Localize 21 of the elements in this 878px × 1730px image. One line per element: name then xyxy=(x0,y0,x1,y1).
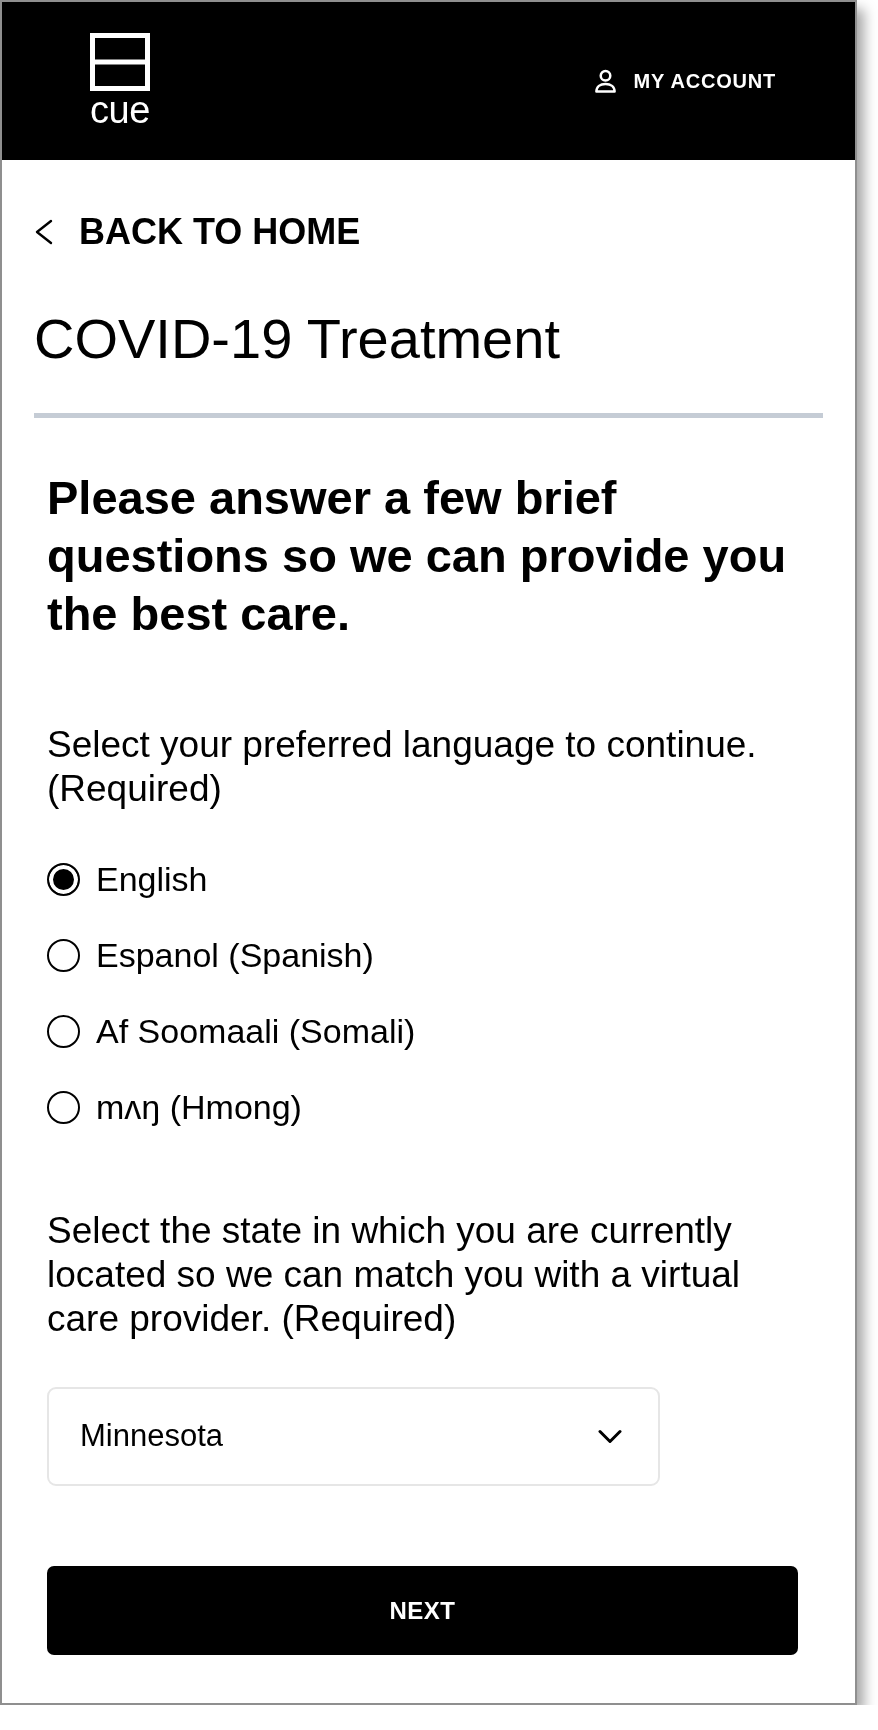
language-label[interactable]: English xyxy=(96,857,208,901)
page-title: COVID-19 Treatment xyxy=(34,307,561,371)
chevron-down-icon xyxy=(598,1429,622,1444)
radio-button[interactable] xyxy=(47,938,80,972)
account-link[interactable]: MY ACCOUNT xyxy=(593,66,776,96)
user-icon xyxy=(593,68,617,94)
chevron-left-icon xyxy=(34,219,53,245)
state-select[interactable]: Minnesota xyxy=(47,1387,660,1486)
next-button[interactable]: NEXT xyxy=(47,1566,798,1655)
state-prompt: Select the state in which you are currently located so we can match you with a virtual care provider. (Required) xyxy=(47,1209,742,1341)
back-link[interactable]: BACK TO HOME xyxy=(34,212,361,252)
language-label[interactable]: mʌŋ (Hmong) xyxy=(96,1085,302,1129)
radio-button[interactable] xyxy=(47,1090,80,1124)
radio-button[interactable] xyxy=(47,1014,80,1048)
language-label[interactable]: Af Soomaali (Somali) xyxy=(96,1009,416,1053)
logo-icon[interactable] xyxy=(90,33,150,91)
language-label[interactable]: Espanol (Spanish) xyxy=(96,933,374,977)
form-heading: Please answer a few brief questions so we can provide you the best care. xyxy=(47,470,788,642)
logo-text[interactable]: cue xyxy=(90,91,152,129)
radio-button[interactable] xyxy=(47,862,80,896)
language-prompt: Select your preferred language to continue. (Required) xyxy=(47,723,758,811)
